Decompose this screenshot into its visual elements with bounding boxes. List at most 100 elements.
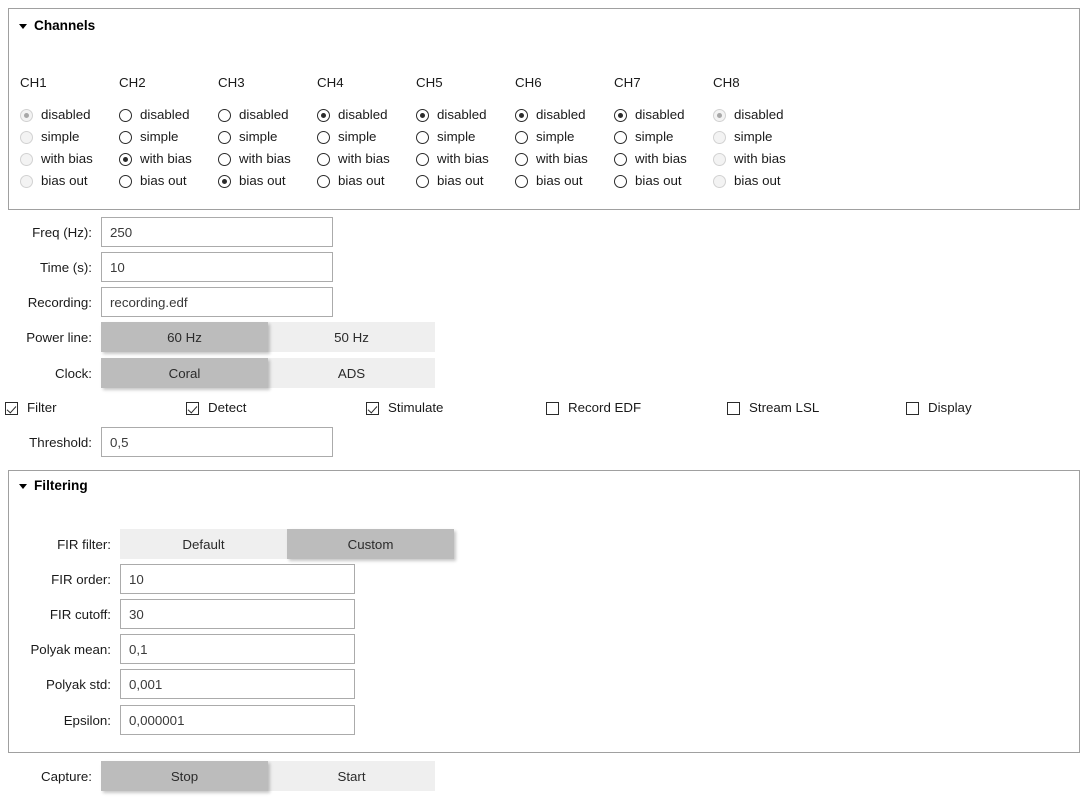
- radio-option-label: bias out: [635, 174, 682, 188]
- radio-button-icon[interactable]: [119, 131, 132, 144]
- radio-button-icon[interactable]: [515, 131, 528, 144]
- radio-button-icon[interactable]: [416, 153, 429, 166]
- radio-button-icon[interactable]: [218, 175, 231, 188]
- checkbox-record-edf[interactable]: Record EDF: [546, 398, 641, 418]
- radio-button-icon[interactable]: [416, 109, 429, 122]
- radio-option-label: simple: [41, 130, 79, 144]
- radio-ch5-with-bias[interactable]: with bias: [416, 148, 515, 170]
- radio-button-icon[interactable]: [218, 131, 231, 144]
- radio-ch7-bias-out[interactable]: bias out: [614, 170, 713, 192]
- radio-button-icon[interactable]: [317, 153, 330, 166]
- checkbox-stimulate[interactable]: Stimulate: [366, 398, 443, 418]
- checkbox-detect[interactable]: Detect: [186, 398, 246, 418]
- radio-ch1-bias-out: bias out: [20, 170, 119, 192]
- checkbox-icon[interactable]: [366, 402, 379, 415]
- fir-filter-option-custom[interactable]: Custom: [287, 529, 454, 559]
- checkbox-stream-lsl[interactable]: Stream LSL: [727, 398, 819, 418]
- radio-ch6-bias-out[interactable]: bias out: [515, 170, 614, 192]
- radio-ch5-bias-out[interactable]: bias out: [416, 170, 515, 192]
- radio-ch4-with-bias[interactable]: with bias: [317, 148, 416, 170]
- radio-button-icon[interactable]: [119, 153, 132, 166]
- radio-button-icon[interactable]: [218, 153, 231, 166]
- freq-input[interactable]: 250: [101, 217, 333, 247]
- triangle-down-icon[interactable]: [19, 24, 27, 29]
- checkbox-icon[interactable]: [727, 402, 740, 415]
- radio-button-icon[interactable]: [317, 109, 330, 122]
- threshold-input[interactable]: 0,5: [101, 427, 333, 457]
- radio-button-icon[interactable]: [614, 175, 627, 188]
- radio-button-icon[interactable]: [317, 131, 330, 144]
- epsilon-input[interactable]: 0,000001: [120, 705, 355, 735]
- radio-ch6-disabled[interactable]: disabled: [515, 104, 614, 126]
- fir-cutoff-input[interactable]: 30: [120, 599, 355, 629]
- recording-input[interactable]: recording.edf: [101, 287, 333, 317]
- radio-button-icon[interactable]: [614, 153, 627, 166]
- radio-ch5-simple[interactable]: simple: [416, 126, 515, 148]
- channel-column-ch4: CH4disabledsimplewith biasbias out: [317, 76, 416, 192]
- fir-cutoff-label: FIR cutoff:: [0, 607, 120, 622]
- radio-button-icon[interactable]: [614, 131, 627, 144]
- clock-option-coral[interactable]: Coral: [101, 358, 268, 388]
- checkbox-icon[interactable]: [186, 402, 199, 415]
- time-input[interactable]: 10: [101, 252, 333, 282]
- checkbox-icon[interactable]: [546, 402, 559, 415]
- clock-row: Clock: Coral ADS: [0, 358, 435, 388]
- radio-ch7-with-bias[interactable]: with bias: [614, 148, 713, 170]
- radio-button-icon[interactable]: [515, 153, 528, 166]
- polyak-mean-input[interactable]: 0,1: [120, 634, 355, 664]
- radio-option-label: disabled: [536, 108, 586, 122]
- radio-ch3-with-bias[interactable]: with bias: [218, 148, 317, 170]
- triangle-down-icon[interactable]: [19, 484, 27, 489]
- polyak-std-label: Polyak std:: [0, 677, 120, 692]
- radio-ch3-disabled[interactable]: disabled: [218, 104, 317, 126]
- checkbox-label: Record EDF: [568, 401, 641, 415]
- radio-ch5-disabled[interactable]: disabled: [416, 104, 515, 126]
- radio-button-icon[interactable]: [317, 175, 330, 188]
- radio-button-icon[interactable]: [416, 131, 429, 144]
- radio-ch7-simple[interactable]: simple: [614, 126, 713, 148]
- radio-ch7-disabled[interactable]: disabled: [614, 104, 713, 126]
- radio-ch2-disabled[interactable]: disabled: [119, 104, 218, 126]
- radio-ch4-simple[interactable]: simple: [317, 126, 416, 148]
- radio-ch4-bias-out[interactable]: bias out: [317, 170, 416, 192]
- epsilon-label: Epsilon:: [0, 713, 120, 728]
- radio-ch6-simple[interactable]: simple: [515, 126, 614, 148]
- filtering-section-header[interactable]: Filtering: [19, 478, 88, 493]
- capture-option-start[interactable]: Start: [268, 761, 435, 791]
- capture-row: Capture: Stop Start: [0, 761, 435, 791]
- fir-cutoff-row: FIR cutoff: 30: [0, 599, 355, 629]
- checkbox-filter[interactable]: Filter: [5, 398, 57, 418]
- checkbox-icon[interactable]: [906, 402, 919, 415]
- power-line-option-50hz[interactable]: 50 Hz: [268, 322, 435, 352]
- radio-ch2-simple[interactable]: simple: [119, 126, 218, 148]
- radio-button-icon[interactable]: [515, 109, 528, 122]
- radio-ch3-simple[interactable]: simple: [218, 126, 317, 148]
- recording-row: Recording: recording.edf: [0, 287, 333, 317]
- radio-button-icon[interactable]: [119, 109, 132, 122]
- fir-filter-option-default[interactable]: Default: [120, 529, 287, 559]
- checkbox-label: Stimulate: [388, 401, 443, 415]
- radio-button-icon[interactable]: [218, 109, 231, 122]
- radio-ch2-with-bias[interactable]: with bias: [119, 148, 218, 170]
- radio-button-icon[interactable]: [119, 175, 132, 188]
- radio-ch6-with-bias[interactable]: with bias: [515, 148, 614, 170]
- radio-ch4-disabled[interactable]: disabled: [317, 104, 416, 126]
- channel-column-ch1: CH1disabledsimplewith biasbias out: [20, 76, 119, 192]
- capture-option-stop[interactable]: Stop: [101, 761, 268, 791]
- power-line-option-60hz[interactable]: 60 Hz: [101, 322, 268, 352]
- checkbox-icon[interactable]: [5, 402, 18, 415]
- radio-button-icon[interactable]: [515, 175, 528, 188]
- clock-option-ads[interactable]: ADS: [268, 358, 435, 388]
- radio-option-label: simple: [338, 130, 376, 144]
- radio-ch3-bias-out[interactable]: bias out: [218, 170, 317, 192]
- fir-order-row: FIR order: 10: [0, 564, 355, 594]
- checkbox-display[interactable]: Display: [906, 398, 972, 418]
- radio-button-icon[interactable]: [614, 109, 627, 122]
- radio-button-icon[interactable]: [416, 175, 429, 188]
- fir-order-input[interactable]: 10: [120, 564, 355, 594]
- radio-ch2-bias-out[interactable]: bias out: [119, 170, 218, 192]
- channels-section-header[interactable]: Channels: [19, 18, 95, 33]
- radio-button-icon: [20, 153, 33, 166]
- channel-label-ch3: CH3: [218, 76, 317, 90]
- polyak-std-input[interactable]: 0,001: [120, 669, 355, 699]
